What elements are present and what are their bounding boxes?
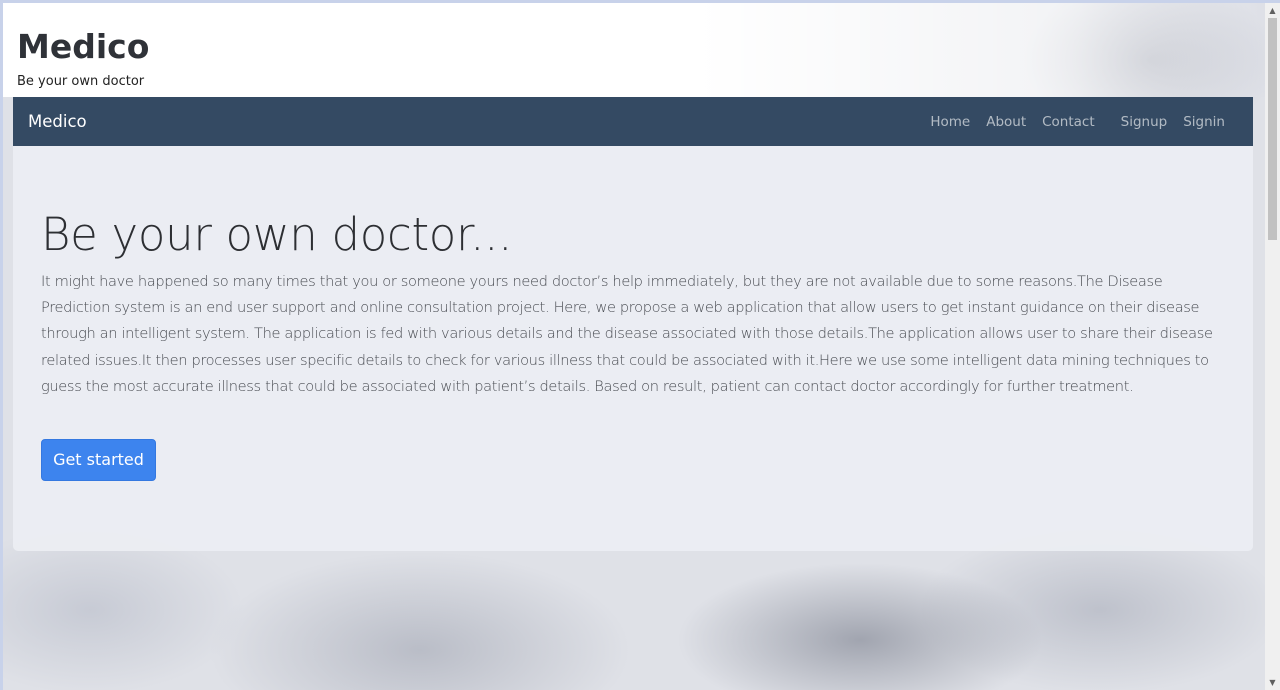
nav-link-signup[interactable]: Signup bbox=[1113, 111, 1176, 133]
site-tagline: Be your own doctor bbox=[17, 74, 145, 89]
scroll-up-arrow-icon[interactable]: ▲ bbox=[1265, 3, 1280, 18]
site-title: Medico bbox=[17, 27, 150, 66]
site-header bbox=[3, 3, 1265, 97]
vertical-scrollbar[interactable]: ▲ ▼ bbox=[1265, 3, 1280, 690]
get-started-button[interactable]: Get started bbox=[41, 439, 156, 481]
window-frame-left bbox=[0, 0, 3, 690]
nav-link-signin[interactable]: Signin bbox=[1175, 111, 1233, 133]
nav-link-home[interactable]: Home bbox=[922, 111, 978, 133]
navbar: Medico Home About Contact Signup Signin bbox=[13, 97, 1253, 146]
hero-description: It might have happened so many times tha… bbox=[41, 273, 1213, 395]
navbar-brand[interactable]: Medico bbox=[28, 111, 87, 133]
scrollbar-thumb[interactable] bbox=[1268, 18, 1277, 240]
hero-title: Be your own doctor... bbox=[41, 208, 513, 261]
nav-link-about[interactable]: About bbox=[978, 111, 1034, 133]
nav-links: Home About Contact Signup Signin bbox=[922, 111, 1233, 133]
scroll-down-arrow-icon[interactable]: ▼ bbox=[1265, 675, 1280, 690]
hero-jumbotron: Be your own doctor... It might have happ… bbox=[13, 146, 1253, 551]
nav-link-contact[interactable]: Contact bbox=[1034, 111, 1103, 133]
